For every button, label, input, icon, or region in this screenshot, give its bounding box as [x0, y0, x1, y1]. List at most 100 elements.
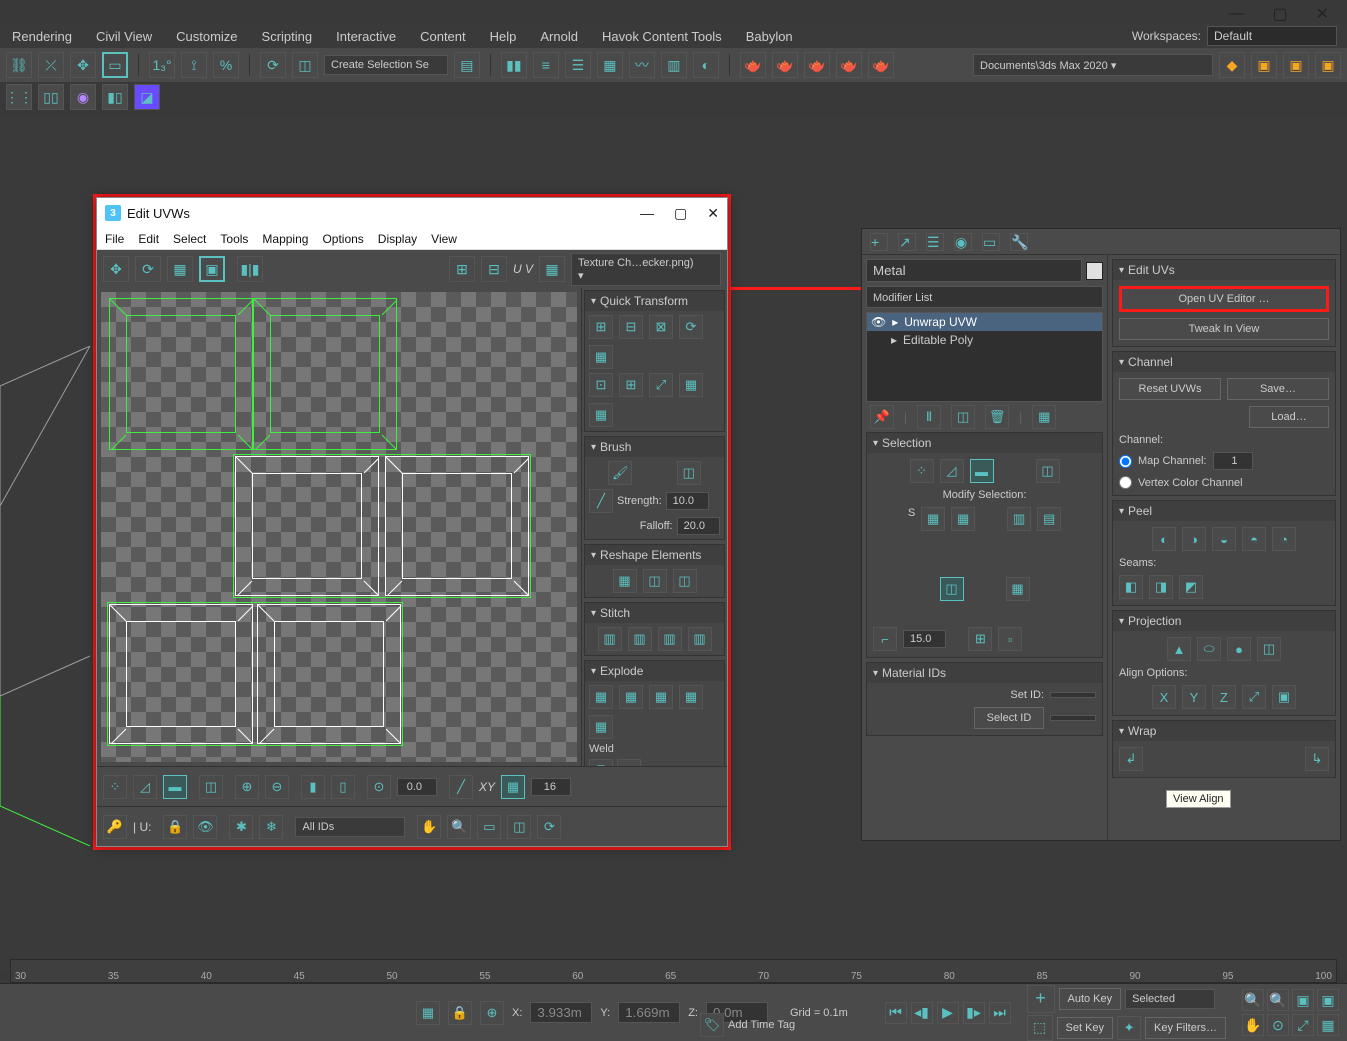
strength-spinner[interactable]: 10.0: [666, 492, 709, 510]
loop-icon[interactable]: ▤: [1037, 507, 1061, 531]
explode-b-icon[interactable]: ▦: [619, 685, 643, 709]
uvw-menu-tools[interactable]: Tools: [220, 232, 248, 246]
uvw-menu-file[interactable]: File: [105, 232, 124, 246]
uvw-grid-a-icon[interactable]: ⊞: [449, 256, 475, 282]
cylindrical-proj-icon[interactable]: ⬭: [1197, 637, 1221, 661]
peel-e-icon[interactable]: ◔: [1272, 527, 1296, 551]
uvw-menu-view[interactable]: View: [431, 232, 457, 246]
qt-align-icon[interactable]: ⊞: [589, 315, 613, 339]
wrap-a-icon[interactable]: ↲: [1119, 747, 1143, 771]
nav-walk-icon[interactable]: ⤢: [1292, 1014, 1314, 1036]
align-y-button[interactable]: Y: [1182, 685, 1206, 709]
set-key-flag-icon[interactable]: ⬚: [1027, 1015, 1053, 1041]
stitch-b-icon[interactable]: ▥: [628, 627, 652, 651]
window-minimize-button[interactable]: —: [1228, 5, 1244, 23]
face-subobj-icon[interactable]: ▬: [970, 459, 994, 483]
brush-header[interactable]: Brush: [585, 437, 724, 457]
reshape-header[interactable]: Reshape Elements: [585, 545, 724, 565]
edge-subobj-icon[interactable]: ◿: [940, 459, 964, 483]
schematic-icon[interactable]: ▥: [661, 52, 687, 78]
tweak-in-view-button[interactable]: Tweak In View: [1119, 318, 1329, 340]
sel-edge-icon[interactable]: ▯▯: [38, 84, 64, 110]
align-x-button[interactable]: X: [1152, 685, 1176, 709]
qt-align3-icon[interactable]: ⊠: [649, 315, 673, 339]
uvw-texture-dropdown[interactable]: Texture Ch…ecker.png) ▾: [571, 253, 721, 286]
uvw-allids-dropdown[interactable]: All IDs: [295, 817, 405, 837]
object-color-swatch[interactable]: [1086, 262, 1103, 280]
key-filters-button[interactable]: Key Filters…: [1145, 1017, 1226, 1039]
time-tag-icon[interactable]: 🏷: [700, 1013, 724, 1037]
select-id-spinner[interactable]: [1050, 715, 1096, 721]
status-sel-icon[interactable]: ⊕: [480, 1001, 504, 1025]
snap-icon[interactable]: ⟟: [181, 52, 207, 78]
sel-poly-icon[interactable]: ◪: [134, 84, 160, 110]
render-preview-icon[interactable]: 🫖: [836, 52, 862, 78]
seam-b-icon[interactable]: ◨: [1149, 575, 1173, 599]
falloff-spinner[interactable]: 20.0: [677, 517, 720, 535]
auto-key-button[interactable]: Auto Key: [1059, 988, 1122, 1010]
y-input[interactable]: [618, 1002, 680, 1023]
sel-face-icon[interactable]: ◉: [70, 84, 96, 110]
nav-orbit-icon[interactable]: ⊙: [1267, 1014, 1289, 1036]
stitch-header[interactable]: Stitch: [585, 603, 724, 623]
remove-modifier-icon[interactable]: 🗑: [985, 405, 1009, 429]
uvw-close-button[interactable]: ✕: [707, 205, 719, 222]
timeline[interactable]: 30 35 40 45 50 55 60 65 70 75 80 85 90 9…: [10, 959, 1337, 983]
weld-a-icon[interactable]: ⊼: [589, 759, 613, 766]
modifier-list-dropdown[interactable]: Modifier List: [866, 286, 1103, 308]
map-channel-spinner[interactable]: 1: [1213, 452, 1253, 470]
percent-icon[interactable]: %: [213, 52, 239, 78]
uvw-menu-options[interactable]: Options: [322, 232, 363, 246]
tool-b-icon[interactable]: ▣: [1251, 52, 1277, 78]
menu-customize[interactable]: Customize: [176, 29, 237, 44]
map-channel-radio[interactable]: [1119, 455, 1132, 468]
uvw-zoom-icon[interactable]: 🔍: [447, 815, 471, 839]
link-icon[interactable]: ⛓: [6, 52, 32, 78]
uvw-face-subobj-icon[interactable]: ▬: [163, 775, 187, 799]
element-subobj-icon[interactable]: ◫: [1036, 459, 1060, 483]
window-maximize-button[interactable]: ▢: [1272, 4, 1287, 24]
modifier-stack[interactable]: 👁 ▸ Unwrap UVW ▸ Editable Poly: [866, 312, 1103, 402]
matid-grid-icon[interactable]: ⊞: [968, 627, 992, 651]
tab-motion-icon[interactable]: ◉: [954, 233, 972, 251]
explode-a-icon[interactable]: ▦: [589, 685, 613, 709]
planar-angle-icon[interactable]: ⌐: [873, 627, 897, 651]
uvw-ring-icon[interactable]: ▯: [331, 775, 355, 799]
menu-content[interactable]: Content: [420, 29, 466, 44]
channel-header[interactable]: Channel: [1113, 352, 1335, 372]
open-uv-editor-button[interactable]: Open UV Editor …: [1119, 286, 1329, 312]
nav-pan-icon[interactable]: ✋: [1242, 1014, 1264, 1036]
configure-sets-icon[interactable]: ▦: [1032, 405, 1056, 429]
seam-a-icon[interactable]: ◧: [1119, 575, 1143, 599]
key-mode-icon[interactable]: ✦: [1117, 1016, 1141, 1040]
reshape-b-icon[interactable]: ◫: [643, 569, 667, 593]
material-ids-header[interactable]: Material IDs: [867, 663, 1102, 683]
uvw-zoom-region-icon[interactable]: ▭: [477, 815, 501, 839]
reshape-a-icon[interactable]: ▦: [613, 569, 637, 593]
next-frame-icon[interactable]: ▮▸: [963, 1002, 985, 1024]
set-id-spinner[interactable]: [1050, 692, 1096, 698]
curve-editor-icon[interactable]: 〰: [629, 52, 655, 78]
edit-uvs-header[interactable]: Edit UVs: [1113, 260, 1335, 280]
wrap-b-icon[interactable]: ↳: [1305, 747, 1329, 771]
grow-selection-icon[interactable]: ▦: [921, 507, 945, 531]
toggle-icon[interactable]: ▦: [597, 52, 623, 78]
goto-start-icon[interactable]: ⏮: [885, 1002, 907, 1024]
uvw-eye-icon[interactable]: 👁: [193, 815, 217, 839]
uvw-key-icon[interactable]: 🔑: [103, 815, 127, 839]
peel-d-icon[interactable]: ◓: [1242, 527, 1266, 551]
align-view-icon[interactable]: ▣: [1272, 685, 1296, 709]
element-select-icon[interactable]: ◫: [940, 577, 964, 601]
uvw-rotate-icon[interactable]: ⟳: [135, 256, 161, 282]
peel-b-icon[interactable]: ◑: [1182, 527, 1206, 551]
uvw-grow-icon[interactable]: ⊕: [235, 775, 259, 799]
align-icon[interactable]: ≡: [533, 52, 559, 78]
menu-rendering[interactable]: Rendering: [12, 29, 72, 44]
uvw-grid-b-icon[interactable]: ⊟: [481, 256, 507, 282]
falloff-curve-icon[interactable]: ╱: [589, 489, 613, 513]
uvw-pan-icon[interactable]: ✋: [417, 815, 441, 839]
sel-element-icon[interactable]: ▮▯: [102, 84, 128, 110]
menu-havok[interactable]: Havok Content Tools: [602, 29, 722, 44]
keyframe-add-icon[interactable]: +: [1027, 985, 1055, 1013]
reshape-c-icon[interactable]: ◫: [673, 569, 697, 593]
